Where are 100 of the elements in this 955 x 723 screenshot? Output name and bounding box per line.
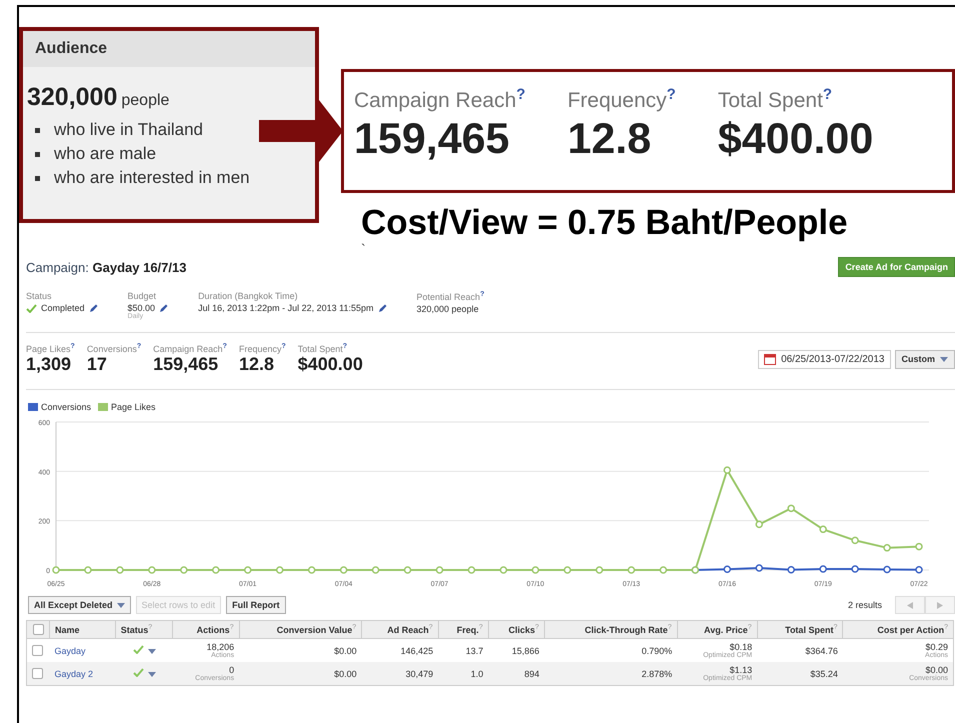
audience-count: 320,000 [27,83,118,112]
pencil-icon[interactable] [88,304,98,312]
table-cell-text: 1.0 [470,668,484,679]
data-point [915,566,923,574]
note-text: Cost/View = 0.75 Baht/People [361,203,848,243]
caret-icon [940,356,948,362]
data-point [468,566,476,574]
caret-icon[interactable] [148,672,156,678]
data-point [212,566,220,574]
data-point [723,566,731,573]
metric-label: Campaign Reach [153,344,223,354]
data-point [787,504,795,512]
data-point [52,566,60,574]
metric-label: Frequency [238,344,282,354]
column-header[interactable]: Avg. Price$^{?}$ [677,620,758,639]
table-cell-text: $0.00 [333,646,357,656]
metric-label: Total Spent [298,344,343,354]
data-point [819,526,827,534]
audience-unit: people [121,92,170,110]
metric-label: Page Likes [26,344,71,354]
bullet-icon [35,128,40,132]
table-cell-text: $1.13 [730,665,752,676]
column-header[interactable]: Actions$^{?}$ [172,620,240,639]
stat-label: Frequency [567,89,667,112]
data-point [755,520,763,528]
ad-name-link[interactable]: Gayday 2 [54,668,94,679]
data-point [851,565,859,573]
caret-icon[interactable] [148,649,156,654]
table-cell-text: $0.29 [924,642,948,652]
table-cell-text: 146,425 [400,646,434,656]
checkbox[interactable] [32,668,43,680]
legend-label: Conversions [41,402,92,412]
data-point [883,544,891,552]
table-cell-text: 30,479 [404,668,434,679]
calendar-icon [764,354,776,364]
campaign-title: Campaign: Gayday 16/7/13 [26,260,186,274]
data-point [308,566,316,574]
data-point [116,566,124,574]
help-link[interactable]: ? [281,343,286,350]
help-link[interactable]: ? [222,343,227,350]
caret-icon [116,602,125,608]
data-point [660,566,668,574]
column-header[interactable]: Status$^{?}$ [115,620,173,639]
column-header[interactable]: Name [50,620,116,639]
criteria-text: who are interested in men [54,167,250,189]
ad-name-link[interactable]: Gayday [54,646,86,656]
data-point [180,566,188,574]
column-header[interactable]: Freq.$^{?}$ [438,620,488,639]
results-count: 2 results [848,600,882,610]
data-point [276,566,284,574]
date-range-field[interactable]: 06/25/2013-07/22/2013 [758,350,890,368]
data-point [340,566,348,574]
checkbox[interactable] [32,624,44,636]
full-report-button[interactable]: Full Report [226,596,286,614]
detail-value: $50.00 [128,303,156,313]
metric-value: $400.00 [298,354,363,375]
data-point [564,566,572,574]
data-point [819,565,827,573]
table-cell-text: 2.878% [640,668,672,679]
detail-value: 320,000 people [416,304,479,314]
data-point [372,566,380,574]
help-link[interactable]: ? [136,343,142,350]
table-cell-text: $0.00 [333,668,357,679]
column-header[interactable]: Cost per Action$^{?}$ [842,620,954,639]
help-link[interactable]: ? [666,86,676,103]
table-cell-text: 0 [229,665,234,676]
table-cell-text: 0.790% [640,646,672,656]
pencil-icon[interactable] [378,304,387,312]
help-link[interactable]: ? [70,343,75,350]
data-point [436,566,444,574]
column-header[interactable]: Click-Through Rate$^{?}$ [544,620,678,639]
filter-dropdown[interactable]: All Except Deleted [28,596,131,614]
stat-value: 159,465 [354,115,510,164]
left-triangle-icon [907,602,913,608]
column-header[interactable]: Ad Reach$^{?}$ [362,620,438,639]
table-cell-text: $35.24 [809,668,838,679]
stat-value: 12.8 [567,115,652,164]
card-header: Audience [23,31,315,67]
column-header[interactable]: Clicks$^{?}$ [488,620,544,639]
bullet-icon [35,152,40,156]
table-cell-text: $364.76 [804,646,838,656]
detail-label: Duration (Bangkok Time) [198,291,298,301]
data-point [723,466,731,474]
metric-value: 1,309 [26,354,72,375]
pencil-icon[interactable] [159,304,168,312]
data-point [84,566,92,574]
data-point [148,566,156,574]
help-link[interactable]: ? [342,343,348,350]
data-point [596,566,604,574]
range-dropdown[interactable]: Custom [894,350,955,368]
table-cell-text: $0.00 [925,665,948,676]
table-cell-text: 18,206 [206,642,234,652]
help-link[interactable]: ? [516,86,526,103]
help-link[interactable]: ? [480,291,484,298]
checkbox[interactable] [32,645,43,656]
detail-label: Status [26,291,52,301]
table-cell-text: 13.7 [464,646,484,656]
help-link[interactable]: ? [822,86,832,103]
column-header[interactable]: Total Spent$^{?}$ [757,620,843,639]
column-header[interactable]: Conversion Value$^{?}$ [239,620,362,639]
